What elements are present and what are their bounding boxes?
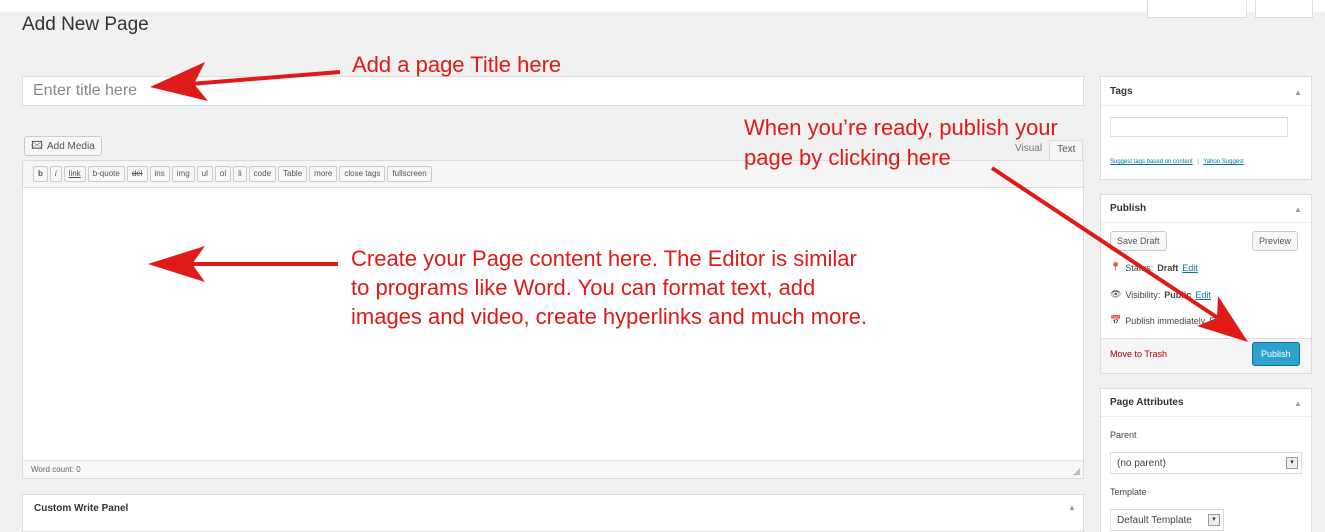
arrow-to-publish xyxy=(990,166,1248,342)
arrow-to-content xyxy=(148,246,338,282)
arrow-to-title xyxy=(150,62,341,101)
annotation-arrows xyxy=(148,62,1248,342)
